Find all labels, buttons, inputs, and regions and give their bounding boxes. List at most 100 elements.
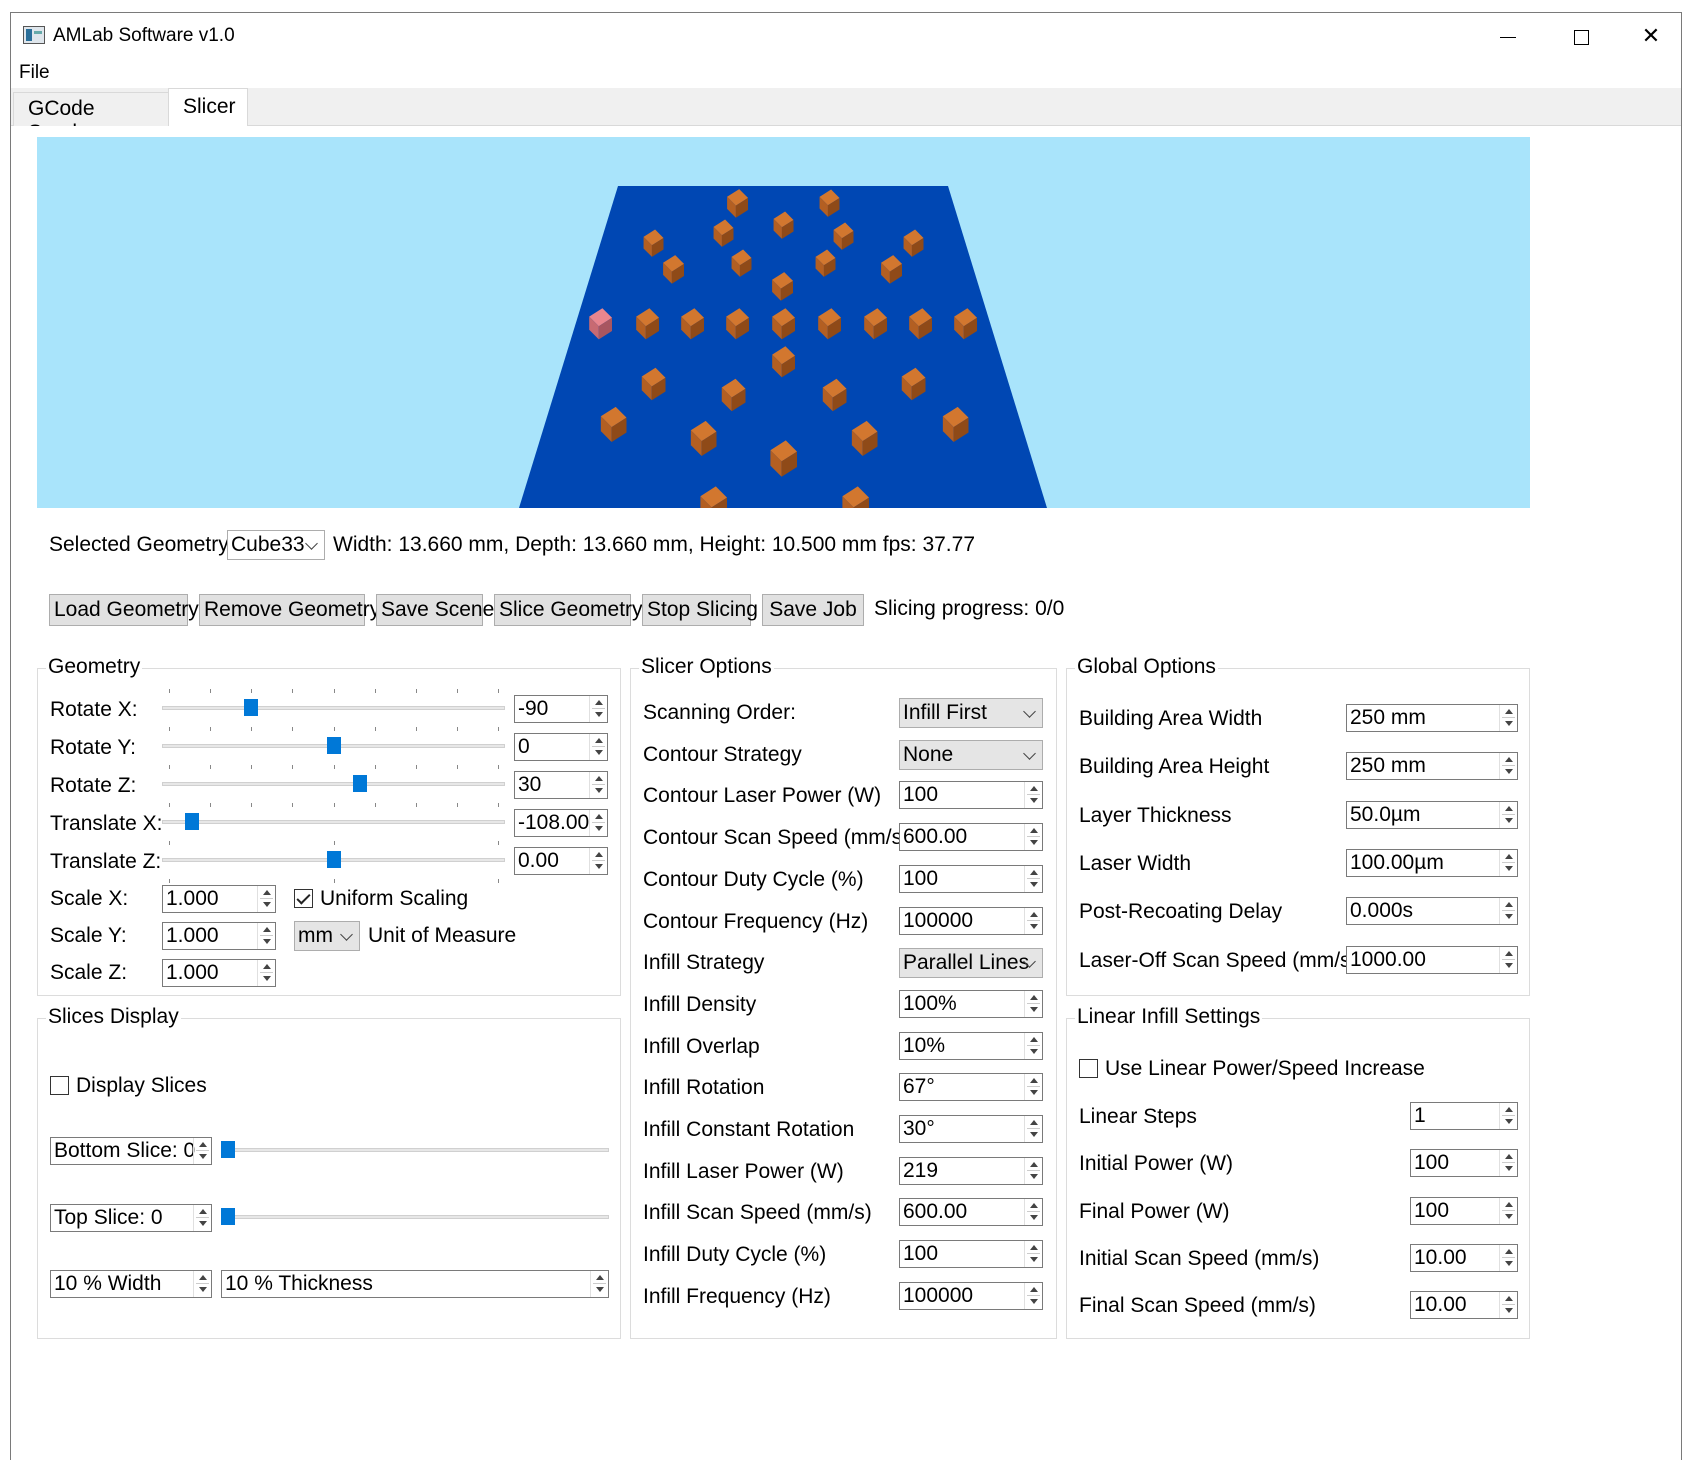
spin-arrows-icon[interactable] <box>1499 801 1517 828</box>
spin-arrows-icon[interactable] <box>1024 907 1042 934</box>
spin-arrows-icon[interactable] <box>1024 1116 1042 1142</box>
slider-handle[interactable] <box>221 1141 235 1158</box>
spin-arrows-icon[interactable] <box>589 848 607 874</box>
menu-file[interactable]: File <box>19 62 50 84</box>
spin-arrows-icon[interactable] <box>1024 824 1042 851</box>
contour-strategy-select[interactable]: None <box>899 739 1043 770</box>
building-area-height-input[interactable]: 250 mm <box>1346 752 1518 781</box>
infill-duty-cycle-input[interactable]: 100 <box>899 1240 1043 1269</box>
rotate-x-input[interactable]: -90 <box>514 695 608 723</box>
spin-arrows-icon[interactable] <box>1499 705 1517 731</box>
slice-geometry-button[interactable]: Slice Geometry <box>494 594 643 626</box>
spin-arrows-icon[interactable] <box>589 810 607 836</box>
uniform-scaling-checkbox[interactable] <box>294 889 313 908</box>
save-job-button[interactable]: Save Job <box>762 594 864 626</box>
spin-arrows-icon[interactable] <box>1499 898 1517 925</box>
infill-overlap-input[interactable]: 10% <box>899 1031 1043 1060</box>
tab-slicer[interactable]: Slicer <box>168 88 248 127</box>
contour-scan-speed-mm-s-input[interactable]: 600.00 <box>899 823 1043 852</box>
slice-width-input[interactable]: 10 % Width <box>50 1270 212 1298</box>
infill-scan-speed-mm-s-input[interactable]: 600.00 <box>899 1198 1043 1227</box>
scale-y-input[interactable]: 1.000 <box>162 922 276 950</box>
load-geometry-button[interactable]: Load Geometry <box>49 594 199 626</box>
spin-arrows-icon[interactable] <box>1499 1150 1517 1177</box>
spin-arrows-icon[interactable] <box>1499 753 1517 780</box>
scanning-order-select[interactable]: Infill First <box>899 698 1043 728</box>
spin-arrows-icon[interactable] <box>1499 1244 1517 1271</box>
spin-arrows-icon[interactable] <box>257 886 275 912</box>
spin-arrows-icon[interactable] <box>1024 1199 1042 1226</box>
laser-width-input[interactable]: 100.00µm <box>1346 848 1518 877</box>
bottom-slice-slider[interactable] <box>221 1137 609 1173</box>
slider-handle[interactable] <box>352 775 367 792</box>
spin-arrows-icon[interactable] <box>257 923 275 949</box>
close-button[interactable]: ✕ <box>1626 19 1676 53</box>
scene-canvas[interactable] <box>37 137 1530 508</box>
spin-arrows-icon[interactable] <box>1499 946 1517 973</box>
spin-arrows-icon[interactable] <box>1024 1241 1042 1268</box>
contour-laser-power-w-input[interactable]: 100 <box>899 781 1043 810</box>
spin-arrows-icon[interactable] <box>193 1205 211 1231</box>
slider-handle[interactable] <box>221 1208 235 1225</box>
spin-arrows-icon[interactable] <box>1499 1292 1517 1319</box>
spin-arrows-icon[interactable] <box>1499 849 1517 876</box>
translate-z-slider[interactable] <box>162 841 505 883</box>
spin-arrows-icon[interactable] <box>589 696 607 722</box>
translate-x-slider[interactable] <box>162 803 505 845</box>
remove-geometry-button[interactable]: Remove Geometry <box>199 594 380 626</box>
spin-arrows-icon[interactable] <box>590 1271 608 1297</box>
initial-scan-speed-mm-s-input[interactable]: 10.00 <box>1410 1243 1518 1272</box>
spin-arrows-icon[interactable] <box>1024 1074 1042 1101</box>
scale-x-input[interactable]: 1.000 <box>162 885 276 913</box>
spin-arrows-icon[interactable] <box>1024 782 1042 809</box>
spin-arrows-icon[interactable] <box>1024 1282 1042 1309</box>
display-slices-checkbox[interactable] <box>50 1076 69 1095</box>
rotate-z-input[interactable]: 30 <box>514 771 608 799</box>
initial-power-w-input[interactable]: 100 <box>1410 1149 1518 1178</box>
spin-arrows-icon[interactable] <box>193 1138 211 1164</box>
spin-arrows-icon[interactable] <box>257 960 275 986</box>
unit-select[interactable]: mm <box>294 921 360 951</box>
linear-steps-input[interactable]: 1 <box>1410 1102 1518 1130</box>
spin-arrows-icon[interactable] <box>193 1271 211 1297</box>
post-recoating-delay-input[interactable]: 0.000s <box>1346 897 1518 926</box>
rotate-y-input[interactable]: 0 <box>514 733 608 761</box>
tab-gcode-sender[interactable]: GCode Sender <box>13 92 169 144</box>
maximize-button[interactable] <box>1556 19 1606 53</box>
infill-frequency-hz-input[interactable]: 100000 <box>899 1281 1043 1310</box>
spin-arrows-icon[interactable] <box>1024 990 1042 1017</box>
contour-frequency-hz-input[interactable]: 100000 <box>899 906 1043 935</box>
spin-arrows-icon[interactable] <box>1024 1157 1042 1184</box>
top-slice-input[interactable]: Top Slice: 0 <box>50 1204 212 1232</box>
top-slice-slider[interactable] <box>221 1204 609 1240</box>
slider-handle[interactable] <box>326 737 341 754</box>
translate-x-input[interactable]: -108.00 <box>514 809 608 837</box>
rotate-z-slider[interactable] <box>162 765 505 807</box>
infill-strategy-select[interactable]: Parallel Lines <box>899 948 1043 979</box>
spin-arrows-icon[interactable] <box>589 772 607 798</box>
save-scene-button[interactable]: Save Scene <box>376 594 494 626</box>
infill-rotation-input[interactable]: 67° <box>899 1073 1043 1102</box>
3d-viewport[interactable] <box>37 137 1530 508</box>
spin-arrows-icon[interactable] <box>1499 1197 1517 1224</box>
slider-handle[interactable] <box>326 851 341 868</box>
laser-off-scan-speed-mm-s-input[interactable]: 1000.00 <box>1346 945 1518 974</box>
contour-duty-cycle-input[interactable]: 100 <box>899 864 1043 893</box>
use-linear-increase-checkbox[interactable] <box>1079 1059 1098 1078</box>
rotate-x-slider[interactable] <box>162 689 505 731</box>
building-area-width-input[interactable]: 250 mm <box>1346 704 1518 732</box>
final-power-w-input[interactable]: 100 <box>1410 1196 1518 1225</box>
layer-thickness-input[interactable]: 50.0µm <box>1346 800 1518 829</box>
final-scan-speed-mm-s-input[interactable]: 10.00 <box>1410 1291 1518 1320</box>
spin-arrows-icon[interactable] <box>589 734 607 760</box>
scale-z-input[interactable]: 1.000 <box>162 959 276 987</box>
spin-arrows-icon[interactable] <box>1499 1103 1517 1129</box>
geometry-select[interactable]: Cube33 <box>227 530 325 560</box>
minimize-button[interactable] <box>1483 19 1533 53</box>
spin-arrows-icon[interactable] <box>1024 865 1042 892</box>
infill-density-input[interactable]: 100% <box>899 989 1043 1018</box>
slice-thickness-input[interactable]: 10 % Thickness <box>221 1270 609 1298</box>
infill-constant-rotation-input[interactable]: 30° <box>899 1115 1043 1143</box>
stop-slicing-button[interactable]: Stop Slicing <box>642 594 758 626</box>
rotate-y-slider[interactable] <box>162 727 505 769</box>
